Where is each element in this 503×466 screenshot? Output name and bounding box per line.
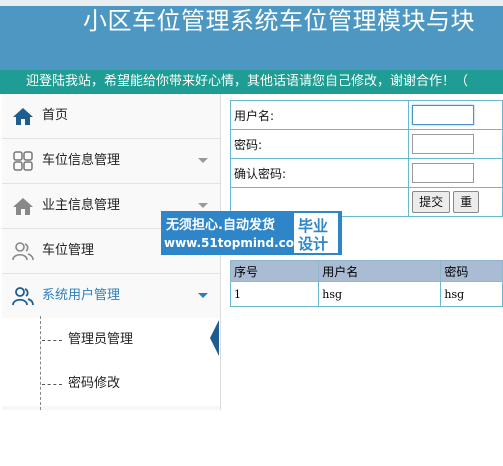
chevron-down-icon — [198, 203, 208, 208]
column-header: 用户名 — [318, 260, 442, 282]
form-row: 用户名: — [229, 100, 503, 130]
sidebar-item-home[interactable]: 首页 — [2, 94, 220, 139]
form-row: 密码: — [229, 129, 503, 159]
chevron-down-icon — [198, 293, 208, 298]
password-input[interactable] — [412, 134, 475, 154]
table-header-row: 序号 用户名 密码 — [229, 260, 503, 282]
button-cell: 提交重 — [408, 187, 503, 217]
password-cell — [408, 129, 503, 159]
welcome-marquee: 迎登陆我站，希望能给你带来好心情，其他话语请您自己修改，谢谢合作！（ — [0, 70, 503, 94]
column-header: 序号 — [229, 260, 320, 282]
page-title: 小区车位管理系统车位管理模块与块 — [83, 7, 475, 35]
tree-connector — [42, 384, 62, 385]
user-form: 用户名: 密码: 确认密码: 提交重 — [229, 100, 503, 217]
username-input[interactable] — [412, 105, 475, 125]
watermark-line2: www.51topmind.com — [164, 236, 307, 250]
watermark-box: 毕业 设计 — [294, 213, 338, 253]
column-header: 密码 — [440, 260, 503, 282]
sidebar-item-label: 首页 — [42, 108, 69, 123]
sidebar-item-label: 车位信息管理 — [42, 153, 121, 168]
table-cell: 1 — [229, 281, 320, 307]
app-header: 小区车位管理系统车位管理模块与块 — [0, 6, 503, 70]
tree-connector — [42, 340, 62, 341]
watermark-line1: 无须担心.自动发货 — [166, 218, 275, 233]
grid-icon — [13, 151, 33, 171]
reset-button[interactable]: 重 — [453, 191, 480, 213]
sidebar-subitem-change-password[interactable]: 密码修改 — [2, 362, 220, 406]
sidebar-item-system-users[interactable]: 系统用户管理 — [2, 274, 220, 319]
table-cell: hsg — [440, 281, 503, 307]
users-icon — [12, 287, 34, 306]
tree-vertical-line — [40, 316, 41, 410]
marquee-text: 迎登陆我站，希望能给你带来好心情，其他话语请您自己修改，谢谢合作！（ — [26, 74, 469, 89]
sidebar-item-label: 业主信息管理 — [42, 198, 121, 213]
chevron-down-icon — [198, 158, 208, 163]
active-indicator — [210, 320, 219, 356]
sidebar-subitem-admin-management[interactable]: 管理员管理 — [2, 318, 220, 362]
home-icon — [13, 198, 33, 215]
home-icon — [13, 108, 33, 125]
watermark-badge: 无须担心.自动发货 www.51topmind.com 毕业 设计 — [161, 211, 342, 255]
main-content: 用户名: 密码: 确认密码: 提交重 序号 用户名 密码 1 hsg hsg — [228, 100, 503, 460]
form-row: 确认密码: — [229, 158, 503, 188]
sidebar-item-label: 车位管理 — [42, 243, 95, 258]
sidebar-item-label: 系统用户管理 — [42, 288, 121, 303]
password-label: 密码: — [229, 129, 410, 159]
confirm-password-cell — [408, 158, 503, 188]
sidebar-item-parking-info[interactable]: 车位信息管理 — [2, 139, 220, 184]
watermark-box-line2: 设计 — [298, 235, 329, 253]
submit-button[interactable]: 提交 — [412, 191, 451, 213]
sidebar-subitem-label: 管理员管理 — [68, 332, 134, 347]
confirm-password-input[interactable] — [412, 163, 475, 183]
username-label: 用户名: — [229, 100, 410, 130]
users-icon — [12, 242, 34, 261]
table-row: 1 hsg hsg — [229, 281, 503, 307]
confirm-password-label: 确认密码: — [229, 158, 410, 188]
sidebar-subitem-label: 密码修改 — [68, 376, 121, 391]
user-table: 序号 用户名 密码 1 hsg hsg — [229, 260, 503, 307]
username-cell — [408, 100, 503, 130]
table-cell: hsg — [318, 281, 442, 307]
